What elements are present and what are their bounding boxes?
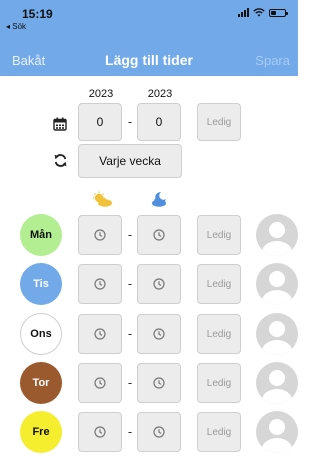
status-back-to-search[interactable]: ◂ Sök: [6, 22, 26, 31]
day-ledig-button[interactable]: Ledig: [197, 412, 241, 452]
day-ledig-button[interactable]: Ledig: [197, 363, 241, 403]
clock-icon: [153, 377, 165, 389]
clock-icon: [94, 229, 106, 241]
day-ledig-label: Ledig: [206, 328, 232, 340]
battery-icon: [269, 8, 288, 17]
start-time-input[interactable]: [78, 363, 122, 403]
day-label: Tis: [33, 278, 49, 290]
clock-icon: [153, 328, 165, 340]
week-range-separator: -: [127, 114, 133, 129]
day-ledig-button[interactable]: Ledig: [197, 264, 241, 304]
moon-cloud-icon: [149, 190, 171, 208]
end-time-input[interactable]: [137, 412, 181, 452]
repeat-button[interactable]: Varje vecka: [78, 144, 182, 178]
clock-icon: [94, 278, 106, 290]
year-from-label: 2023: [88, 88, 114, 100]
day-label: Fre: [32, 426, 50, 438]
day-ledig-label: Ledig: [206, 278, 232, 290]
user-avatar-icon[interactable]: [256, 313, 298, 355]
clock-icon: [94, 377, 106, 389]
wifi-icon: [253, 8, 265, 17]
end-time-input[interactable]: [137, 314, 181, 354]
status-time: 15:19: [22, 7, 53, 21]
weeks-ledig-label: Ledig: [206, 116, 232, 128]
day-ledig-label: Ledig: [206, 377, 232, 389]
save-button[interactable]: Spara: [255, 53, 290, 68]
start-time-input[interactable]: [78, 412, 122, 452]
day-ledig-button[interactable]: Ledig: [197, 215, 241, 255]
start-time-input[interactable]: [78, 215, 122, 255]
user-avatar-icon[interactable]: [256, 214, 298, 256]
end-time-input[interactable]: [137, 264, 181, 304]
user-avatar-icon[interactable]: [256, 411, 298, 453]
week-to-input[interactable]: 0: [137, 103, 181, 141]
repeat-label: Varje vecka: [99, 154, 161, 168]
page-title: Lägg till tider: [105, 52, 193, 68]
week-to-value: 0: [155, 115, 163, 129]
day-ledig-label: Ledig: [206, 426, 232, 438]
clock-icon: [153, 229, 165, 241]
day-badge-0: Mån: [20, 214, 62, 256]
end-time-input[interactable]: [137, 215, 181, 255]
user-avatar-icon[interactable]: [256, 362, 298, 404]
clock-icon: [94, 328, 106, 340]
year-to-label: 2023: [147, 88, 173, 100]
day-ledig-button[interactable]: Ledig: [197, 314, 241, 354]
status-icons: [238, 8, 288, 17]
start-time-input[interactable]: [78, 314, 122, 354]
day-label: Mån: [30, 229, 52, 241]
day-badge-4: Fre: [20, 411, 62, 453]
time-separator: -: [127, 375, 133, 390]
day-badge-3: Tor: [20, 362, 62, 404]
clock-icon: [153, 426, 165, 438]
day-badge-2: Ons: [20, 313, 62, 355]
day-label: Tor: [32, 377, 50, 389]
start-time-input[interactable]: [78, 264, 122, 304]
user-avatar-icon[interactable]: [256, 263, 298, 305]
sun-cloud-icon: [90, 190, 114, 208]
clock-icon: [94, 426, 106, 438]
day-badge-1: Tis: [20, 263, 62, 305]
time-separator: -: [127, 326, 133, 341]
week-from-input[interactable]: 0: [78, 103, 122, 141]
time-separator: -: [127, 227, 133, 242]
end-time-input[interactable]: [137, 363, 181, 403]
calendar-icon: [52, 116, 68, 132]
weeks-ledig-button[interactable]: Ledig: [197, 103, 241, 141]
day-label: Ons: [30, 328, 52, 340]
clock-icon: [153, 278, 165, 290]
day-ledig-label: Ledig: [206, 229, 232, 241]
repeat-icon: [52, 152, 68, 168]
top-bar: 15:19 ◂ Sök Bakåt Lägg till tider Spara: [0, 0, 298, 76]
week-from-value: 0: [96, 115, 104, 129]
signal-icon: [238, 8, 249, 17]
time-separator: -: [127, 424, 133, 439]
time-separator: -: [127, 276, 133, 291]
